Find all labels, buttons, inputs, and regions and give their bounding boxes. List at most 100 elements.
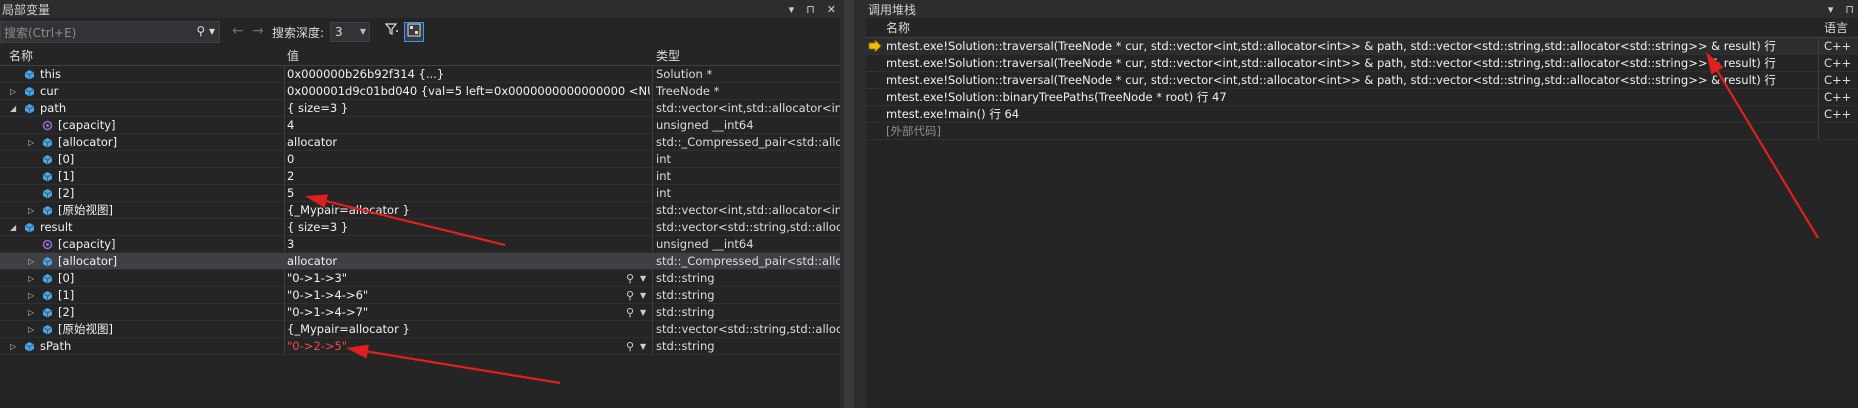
locals-row[interactable]: [2] 5 int bbox=[0, 185, 840, 202]
value-cell[interactable]: 4 bbox=[287, 117, 650, 134]
callstack-column-header: 名称 语言 bbox=[866, 18, 1858, 38]
locals-row[interactable]: ▷ cur 0x000001d9c01bd040 {val=5 left=0x000… bbox=[0, 83, 840, 100]
column-type-header[interactable]: 类型 bbox=[656, 46, 680, 66]
value-cell[interactable]: 0x000000b26b92f314 {...} bbox=[287, 66, 650, 83]
pin-icon[interactable]: ⊓ bbox=[806, 3, 815, 16]
value-cell[interactable]: allocator bbox=[287, 253, 650, 270]
text-visualizer-icon[interactable]: ⚲ bbox=[626, 287, 634, 304]
value-cell[interactable]: { size=3 } bbox=[287, 100, 650, 117]
locals-row[interactable]: ▷ [原始视图] {_Mypair=allocator } std::vector<s… bbox=[0, 321, 840, 338]
expand-icon[interactable]: ▷ bbox=[28, 253, 34, 270]
pin-icon[interactable]: ⊓ bbox=[1845, 3, 1854, 16]
visualizer-dropdown-icon[interactable]: ▼ bbox=[640, 338, 646, 355]
visualizer-dropdown-icon[interactable]: ▼ bbox=[640, 304, 646, 321]
collapse-icon[interactable]: ◢ bbox=[10, 100, 16, 117]
search-input[interactable]: 搜索(Ctrl+E) ⚲ ▾ bbox=[0, 21, 220, 43]
locals-row[interactable]: ◢ path { size=3 } std::vector<int,std::allo… bbox=[0, 100, 840, 117]
value-cell[interactable]: 5 bbox=[287, 185, 650, 202]
filter-icon[interactable] bbox=[382, 22, 402, 42]
locals-row[interactable]: [0] 0 int bbox=[0, 151, 840, 168]
locals-row[interactable]: ▷ [allocator] allocator std::_Compressed_pa… bbox=[0, 253, 840, 270]
column-divider bbox=[652, 338, 653, 354]
variable-value: {_Mypair=allocator } bbox=[287, 322, 410, 336]
value-cell[interactable]: "0->1->4->7" bbox=[287, 304, 650, 321]
search-depth-select[interactable]: 3 ▼ bbox=[330, 22, 370, 42]
column-language-header[interactable]: 语言 bbox=[1824, 18, 1848, 38]
value-cell[interactable]: { size=3 } bbox=[287, 219, 650, 236]
callstack-frame[interactable]: mtest.exe!Solution::traversal(TreeNode *… bbox=[866, 38, 1858, 55]
locals-column-header: 名称 值 类型 bbox=[0, 46, 840, 66]
column-divider bbox=[652, 219, 653, 235]
text-visualizer-icon[interactable]: ⚲ bbox=[626, 304, 634, 321]
variable-value: allocator bbox=[287, 135, 338, 149]
panel-splitter[interactable] bbox=[840, 0, 866, 408]
expand-icon[interactable]: ▷ bbox=[28, 304, 34, 321]
column-name-header[interactable]: 名称 bbox=[9, 46, 33, 66]
variable-name: [1] bbox=[58, 169, 75, 183]
callstack-title: 调用堆栈 bbox=[868, 2, 917, 17]
callstack-frame[interactable]: mtest.exe!main() 行 64 C++ bbox=[866, 106, 1858, 123]
locals-row[interactable]: ▷ [allocator] allocator std::_Compressed_pa… bbox=[0, 134, 840, 151]
type-cell: std::vector<int,std::allocator<int... bbox=[656, 203, 840, 217]
value-cell[interactable]: "0->2->5" bbox=[287, 338, 650, 355]
expand-icon[interactable]: ▷ bbox=[10, 83, 16, 100]
window-menu-icon[interactable]: ▾ bbox=[789, 3, 795, 16]
value-cell[interactable]: 2 bbox=[287, 168, 650, 185]
callstack-frame[interactable]: mtest.exe!Solution::traversal(TreeNode *… bbox=[866, 55, 1858, 72]
search-depth-value: 3 bbox=[335, 25, 343, 39]
locals-title: 局部变量 bbox=[2, 2, 51, 17]
value-cell[interactable]: 3 bbox=[287, 236, 650, 253]
variable-value: { size=3 } bbox=[287, 220, 349, 234]
search-icon[interactable]: ⚲ ▾ bbox=[196, 24, 215, 38]
name-cell: ▷ cur bbox=[0, 83, 282, 100]
column-divider bbox=[284, 83, 285, 99]
column-name-header[interactable]: 名称 bbox=[886, 18, 910, 38]
expand-icon[interactable]: ▷ bbox=[10, 338, 16, 355]
value-cell[interactable]: allocator bbox=[287, 134, 650, 151]
locals-row[interactable]: ▷ [原始视图] {_Mypair=allocator } std::vector<i… bbox=[0, 202, 840, 219]
column-divider bbox=[284, 236, 285, 252]
column-divider bbox=[652, 236, 653, 252]
visualizer-dropdown-icon[interactable]: ▼ bbox=[640, 270, 646, 287]
close-icon[interactable]: ✕ bbox=[827, 3, 836, 16]
back-arrow-icon[interactable]: ← bbox=[232, 23, 244, 39]
expand-icon[interactable]: ▷ bbox=[28, 321, 34, 338]
locals-row[interactable]: [capacity] 4 unsigned __int64 bbox=[0, 117, 840, 134]
column-divider bbox=[284, 151, 285, 167]
column-value-header[interactable]: 值 bbox=[287, 46, 299, 66]
column-divider bbox=[652, 117, 653, 133]
text-visualizer-icon[interactable]: ⚲ bbox=[626, 270, 634, 287]
callstack-frame[interactable]: mtest.exe!Solution::traversal(TreeNode *… bbox=[866, 72, 1858, 89]
forward-arrow-icon[interactable]: → bbox=[252, 23, 264, 39]
locals-row[interactable]: ▷ [0] "0->1->3" ⚲ ▼ std::string bbox=[0, 270, 840, 287]
value-cell[interactable]: "0->1->4->6" bbox=[287, 287, 650, 304]
vertical-scrollbar[interactable] bbox=[844, 0, 854, 408]
value-cell[interactable]: {_Mypair=allocator } bbox=[287, 321, 650, 338]
locals-row[interactable]: ▷ [1] "0->1->4->6" ⚲ ▼ std::string bbox=[0, 287, 840, 304]
name-cell: ▷ [0] bbox=[0, 270, 282, 287]
value-cell[interactable]: 0 bbox=[287, 151, 650, 168]
expand-icon[interactable]: ▷ bbox=[28, 202, 34, 219]
callstack-frame[interactable]: mtest.exe!Solution::binaryTreePaths(Tree… bbox=[866, 89, 1858, 106]
collapse-icon[interactable]: ◢ bbox=[10, 219, 16, 236]
value-cell[interactable]: 0x000001d9c01bd040 {val=5 left=0x0000000… bbox=[287, 83, 650, 100]
value-cell[interactable]: {_Mypair=allocator } bbox=[287, 202, 650, 219]
locals-row[interactable]: [capacity] 3 unsigned __int64 bbox=[0, 236, 840, 253]
window-menu-icon[interactable]: ▾ bbox=[1828, 3, 1834, 16]
expand-icon[interactable]: ▷ bbox=[28, 134, 34, 151]
locals-row[interactable]: this 0x000000b26b92f314 {...} Solution * bbox=[0, 66, 840, 83]
hex-display-icon[interactable] bbox=[404, 22, 424, 42]
locals-row[interactable]: ▷ sPath "0->2->5" ⚲ ▼ std::string bbox=[0, 338, 840, 355]
visualizer-dropdown-icon[interactable]: ▼ bbox=[640, 287, 646, 304]
locals-row[interactable]: ◢ result { size=3 } std::vector<std::string… bbox=[0, 219, 840, 236]
expand-icon[interactable]: ▷ bbox=[28, 287, 34, 304]
expand-icon[interactable]: ▷ bbox=[28, 270, 34, 287]
callstack-frame[interactable]: [外部代码] bbox=[866, 123, 1858, 140]
value-cell[interactable]: "0->1->3" bbox=[287, 270, 650, 287]
text-visualizer-icon[interactable]: ⚲ bbox=[626, 338, 634, 355]
locals-row[interactable]: [1] 2 int bbox=[0, 168, 840, 185]
column-divider bbox=[652, 100, 653, 116]
variable-value: 4 bbox=[287, 118, 295, 132]
locals-row[interactable]: ▷ [2] "0->1->4->7" ⚲ ▼ std::string bbox=[0, 304, 840, 321]
variable-value: {_Mypair=allocator } bbox=[287, 203, 410, 217]
